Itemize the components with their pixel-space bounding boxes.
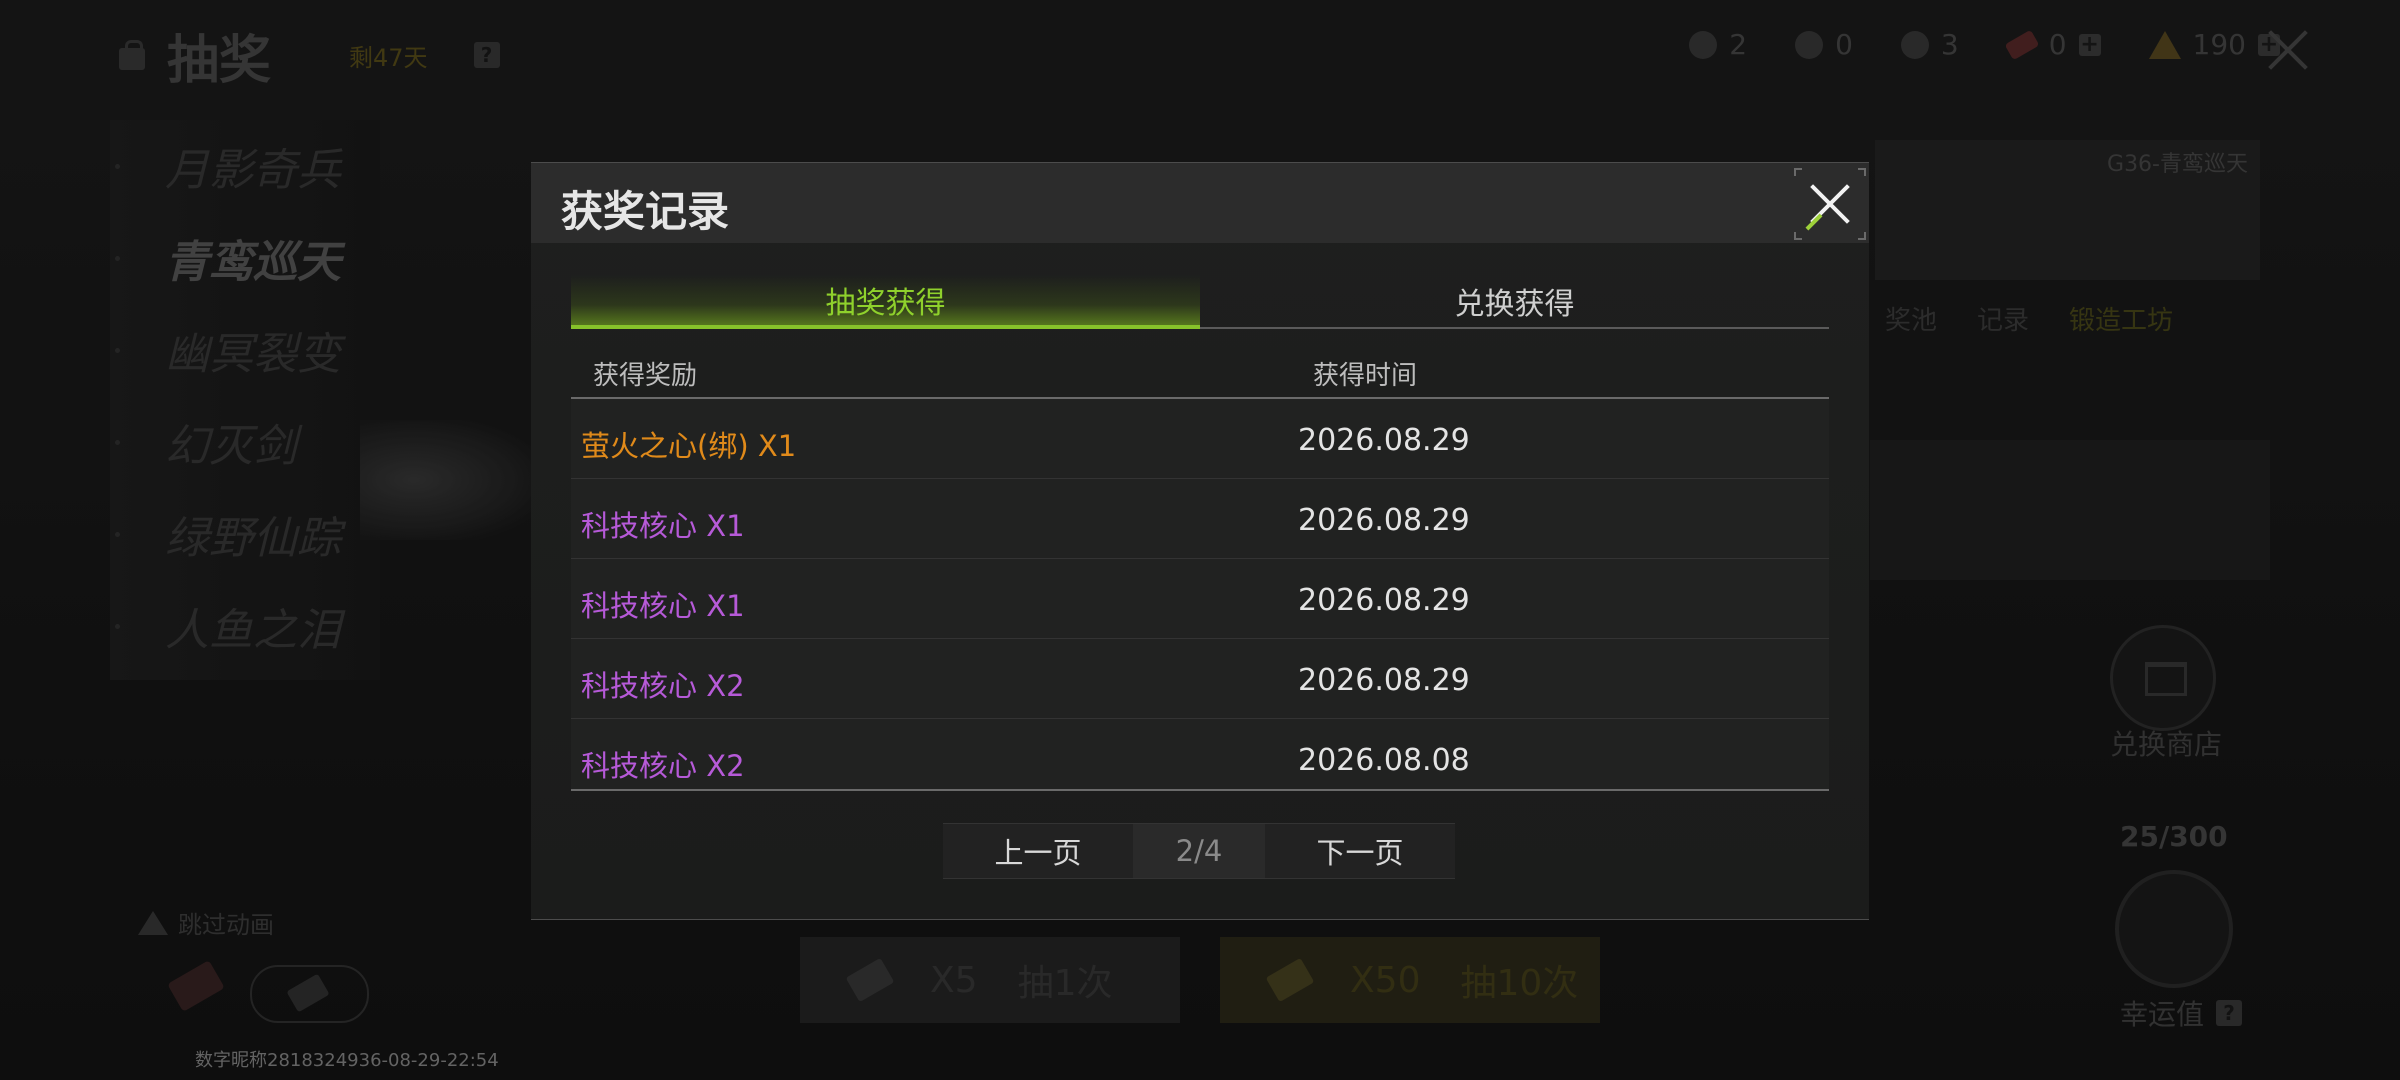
- reward-cell: 萤火之心(绑) X1: [581, 429, 797, 463]
- table-row: 科技核心 X2 2026.08.08: [571, 719, 1829, 791]
- dialog-title: 获奖记录: [561, 187, 730, 236]
- time-cell: 2026.08.29: [1298, 583, 1470, 618]
- reward-cell: 科技核心 X1: [581, 509, 745, 543]
- table-header: 获得奖励 获得时间: [571, 343, 1829, 399]
- reward-cell: 科技核心 X1: [581, 589, 745, 623]
- tab-lottery[interactable]: 抽奖获得: [571, 275, 1200, 329]
- time-cell: 2026.08.29: [1298, 503, 1470, 538]
- column-reward: 获得奖励: [593, 361, 698, 391]
- time-cell: 2026.08.29: [1298, 663, 1470, 698]
- table-row: 科技核心 X1 2026.08.29: [571, 559, 1829, 639]
- tab-exchange[interactable]: 兑换获得: [1200, 275, 1829, 327]
- close-button[interactable]: [1794, 168, 1866, 240]
- corner-decoration: [1858, 168, 1866, 176]
- time-cell: 2026.08.29: [1298, 423, 1470, 458]
- table-row: 科技核心 X2 2026.08.29: [571, 639, 1829, 719]
- record-table: 萤火之心(绑) X1 2026.08.29 科技核心 X1 2026.08.29…: [571, 399, 1829, 791]
- time-cell: 2026.08.08: [1298, 743, 1470, 778]
- corner-decoration: [1858, 232, 1866, 240]
- table-row: 萤火之心(绑) X1 2026.08.29: [571, 399, 1829, 479]
- reward-cell: 科技核心 X2: [581, 749, 745, 783]
- prev-page-button[interactable]: 上一页: [943, 824, 1133, 878]
- column-time: 获得时间: [1313, 361, 1418, 391]
- pagination: 上一页 2/4 下一页: [943, 823, 1455, 879]
- corner-decoration: [1794, 232, 1802, 240]
- record-tabs: 抽奖获得 兑换获得: [571, 275, 1829, 329]
- next-page-button[interactable]: 下一页: [1265, 824, 1455, 878]
- dialog-header: 获奖记录: [531, 163, 1869, 243]
- page-indicator: 2/4: [1133, 824, 1265, 878]
- table-row: 科技核心 X1 2026.08.29: [571, 479, 1829, 559]
- corner-decoration: [1794, 168, 1802, 176]
- reward-cell: 科技核心 X2: [581, 669, 745, 703]
- prize-record-dialog: 获奖记录 抽奖获得 兑换获得 获得奖励 获得时间 萤火之心(绑) X1 2026…: [531, 162, 1869, 920]
